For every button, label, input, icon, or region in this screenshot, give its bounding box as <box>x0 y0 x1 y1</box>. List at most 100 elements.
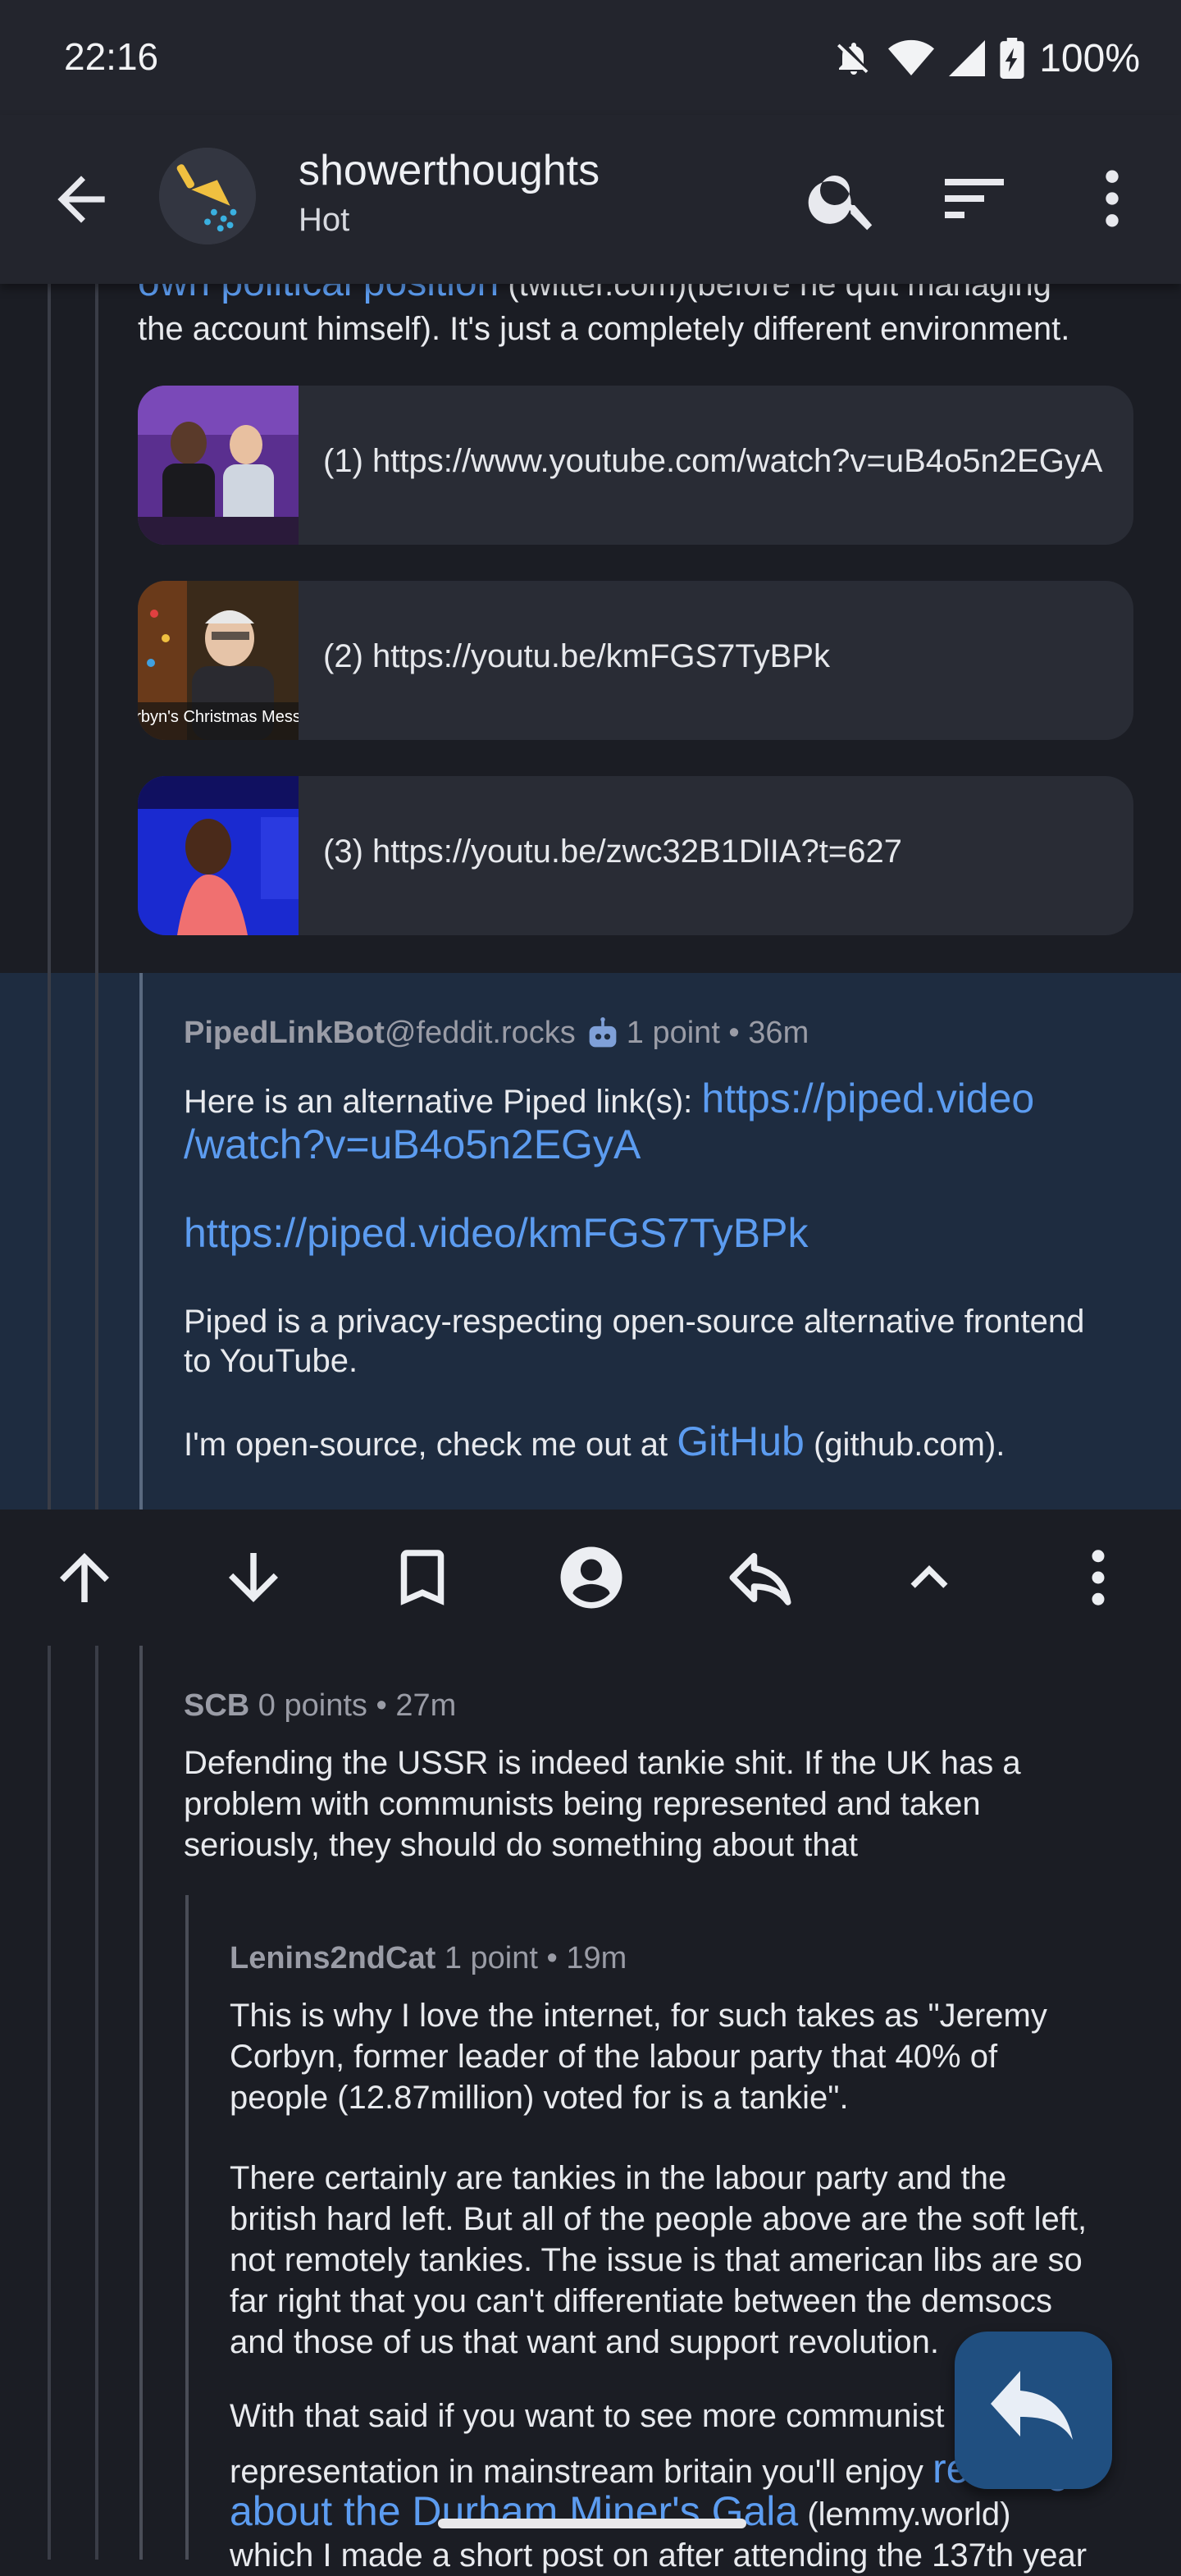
thread-line <box>48 1646 51 2560</box>
github-link[interactable]: GitHub <box>677 1418 805 1464</box>
thread-line <box>139 1646 143 2560</box>
link-embed[interactable]: (1) https://www.youtube.com/watch?v=uB4o… <box>138 386 1133 545</box>
collapse-button[interactable] <box>892 1541 966 1615</box>
more-vert-icon <box>1092 1550 1105 1605</box>
comment-text-line: people (12.87million) voted for is a tan… <box>230 2080 849 2116</box>
thread-line <box>48 973 51 1510</box>
comment-text-line: Defending the USSR is indeed tankie shit… <box>184 1745 1021 1781</box>
comment-text-line: This is why I love the internet, for suc… <box>230 1998 1047 2034</box>
comment-meta: Lenins2ndCat 1 point • 19m <box>230 1941 627 1976</box>
shower-icon <box>159 148 256 244</box>
sort-icon <box>945 179 1004 218</box>
overflow-menu-button[interactable] <box>1074 159 1150 238</box>
status-time: 22:16 <box>64 35 159 78</box>
video-thumbnail: rbyn's Christmas Mess <box>138 581 299 740</box>
comment-text-line: I'm open-source, check me out at GitHub … <box>184 1416 1005 1467</box>
reply-fab[interactable] <box>955 2332 1112 2489</box>
comment-author[interactable]: SCB <box>184 1688 249 1723</box>
thumbnail-caption: rbyn's Christmas Mess <box>138 708 299 726</box>
sort-label: Hot <box>299 202 350 238</box>
collapse-icon <box>910 1565 948 1588</box>
comment-author[interactable]: Lenins2ndCat <box>230 1941 435 1975</box>
piped-link-1[interactable]: https://piped.video <box>701 1076 1034 1121</box>
oss-tail: (github.com). <box>804 1427 1005 1463</box>
comment-meta: SCB 0 points • 27m <box>184 1688 456 1724</box>
meta-separator: • <box>367 1688 396 1723</box>
reply-icon <box>991 2371 1073 2440</box>
comment-text-line: There certainly are tankies in the labou… <box>230 2160 1007 2196</box>
comment-text-line: Piped is a privacy-respecting open-sourc… <box>184 1304 1085 1340</box>
bot-comment[interactable]: PipedLinkBot @feddit.rocks 1 point • 36m … <box>0 973 1181 1510</box>
comment-text-span: representation in mainstream britain you… <box>230 2454 932 2490</box>
downvote-icon <box>229 1553 278 1602</box>
comment-instance: @feddit.rocks <box>384 1016 576 1050</box>
piped-link-2[interactable]: https://piped.video/kmFGS7TyBPk <box>184 1208 808 1258</box>
embed-url: (1) https://www.youtube.com/watch?v=uB4o… <box>323 443 1103 479</box>
video-thumbnail <box>138 776 299 935</box>
thread-line <box>185 1895 189 2560</box>
user-profile-button[interactable] <box>554 1541 628 1615</box>
reply-icon <box>729 1553 791 1605</box>
profile-icon <box>560 1546 622 1609</box>
signal-icon <box>949 40 986 76</box>
comment-text-line: which I made a short post on after atten… <box>230 2537 1088 2574</box>
bot-icon <box>589 1016 617 1047</box>
comment-more-button[interactable] <box>1061 1541 1135 1615</box>
link-embed[interactable]: rbyn's Christmas Mess (2) https://youtu.… <box>138 581 1133 740</box>
embed-url: (2) https://youtu.be/kmFGS7TyBPk <box>323 638 831 674</box>
home-indicator[interactable] <box>438 2519 746 2528</box>
comment-text-line: seriously, they should do something abou… <box>184 1827 858 1863</box>
thread-line <box>139 973 143 1510</box>
comment-points: 0 points <box>258 1688 367 1723</box>
comment-text-line: about the Durham Miner's Gala (lemmy.wor… <box>230 2486 1010 2537</box>
sort-button[interactable] <box>935 159 1014 238</box>
downvote-button[interactable] <box>217 1541 290 1615</box>
thread-line <box>95 1646 98 2560</box>
search-icon <box>808 176 873 231</box>
bookmark-icon <box>400 1550 445 1605</box>
battery-percent: 100% <box>1039 36 1140 80</box>
upvote-button[interactable] <box>48 1541 121 1615</box>
status-bar: 22:16 100% <box>0 0 1181 115</box>
comment-action-bar <box>0 1510 1181 1646</box>
video-thumbnail <box>138 386 299 545</box>
community-name: showerthoughts <box>299 147 600 194</box>
comment-age: 27m <box>395 1688 457 1723</box>
link-embed[interactable]: (3) https://youtu.be/zwc32B1DlIA?t=627 <box>138 776 1133 935</box>
meta-separator: • <box>719 1016 749 1050</box>
comment-text-line: the account himself). It's just a comple… <box>138 311 1070 347</box>
comment-text-line: Here is an alternative Piped link(s): ht… <box>184 1073 1034 1124</box>
comment-text-line: Corbyn, former leader of the labour part… <box>230 2039 998 2075</box>
status-icons: 100% <box>834 30 1140 87</box>
thread-line <box>95 973 98 1510</box>
search-button[interactable] <box>804 159 882 238</box>
comment-text-line: not remotely tankies. The issue is that … <box>230 2242 1083 2278</box>
comment-age: 19m <box>566 1941 627 1975</box>
comment-text-line: to YouTube. <box>184 1343 358 1379</box>
reply-button[interactable] <box>723 1541 797 1615</box>
back-button[interactable] <box>46 164 116 235</box>
embed-url: (3) https://youtu.be/zwc32B1DlIA?t=627 <box>323 834 902 870</box>
comment-author[interactable]: PipedLinkBot <box>184 1016 385 1051</box>
comment-meta: PipedLinkBot @feddit.rocks 1 point • 36m <box>184 1016 809 1051</box>
oss-text: I'm open-source, check me out at <box>184 1427 677 1463</box>
comment-text-span: (lemmy.world) <box>798 2496 1011 2533</box>
comment-text-line: With that said if you want to see more c… <box>230 2398 945 2434</box>
upvote-icon <box>60 1553 109 1602</box>
comment-text-line: problem with communists being represente… <box>184 1786 981 1822</box>
more-vert-icon <box>1106 170 1119 227</box>
battery-charging-icon <box>1000 38 1024 79</box>
comment-text-line: and those of us that want and support re… <box>230 2324 940 2360</box>
save-button[interactable] <box>385 1541 459 1615</box>
comment-points: 1 point <box>626 1016 720 1050</box>
comment-text-line: far right that you can't differentiate b… <box>230 2283 1053 2319</box>
app-bar: showerthoughts Hot <box>0 115 1181 284</box>
piped-link-1-cont[interactable]: /watch?v=uB4o5n2EGyA <box>184 1119 641 1170</box>
back-arrow-icon <box>57 176 105 223</box>
piped-intro: Here is an alternative Piped link(s): <box>184 1084 702 1120</box>
meta-separator: • <box>537 1941 567 1975</box>
comment-points: 1 point <box>444 1941 538 1975</box>
wifi-icon <box>888 39 935 75</box>
community-avatar[interactable] <box>159 148 256 244</box>
comment-age: 36m <box>748 1016 809 1050</box>
